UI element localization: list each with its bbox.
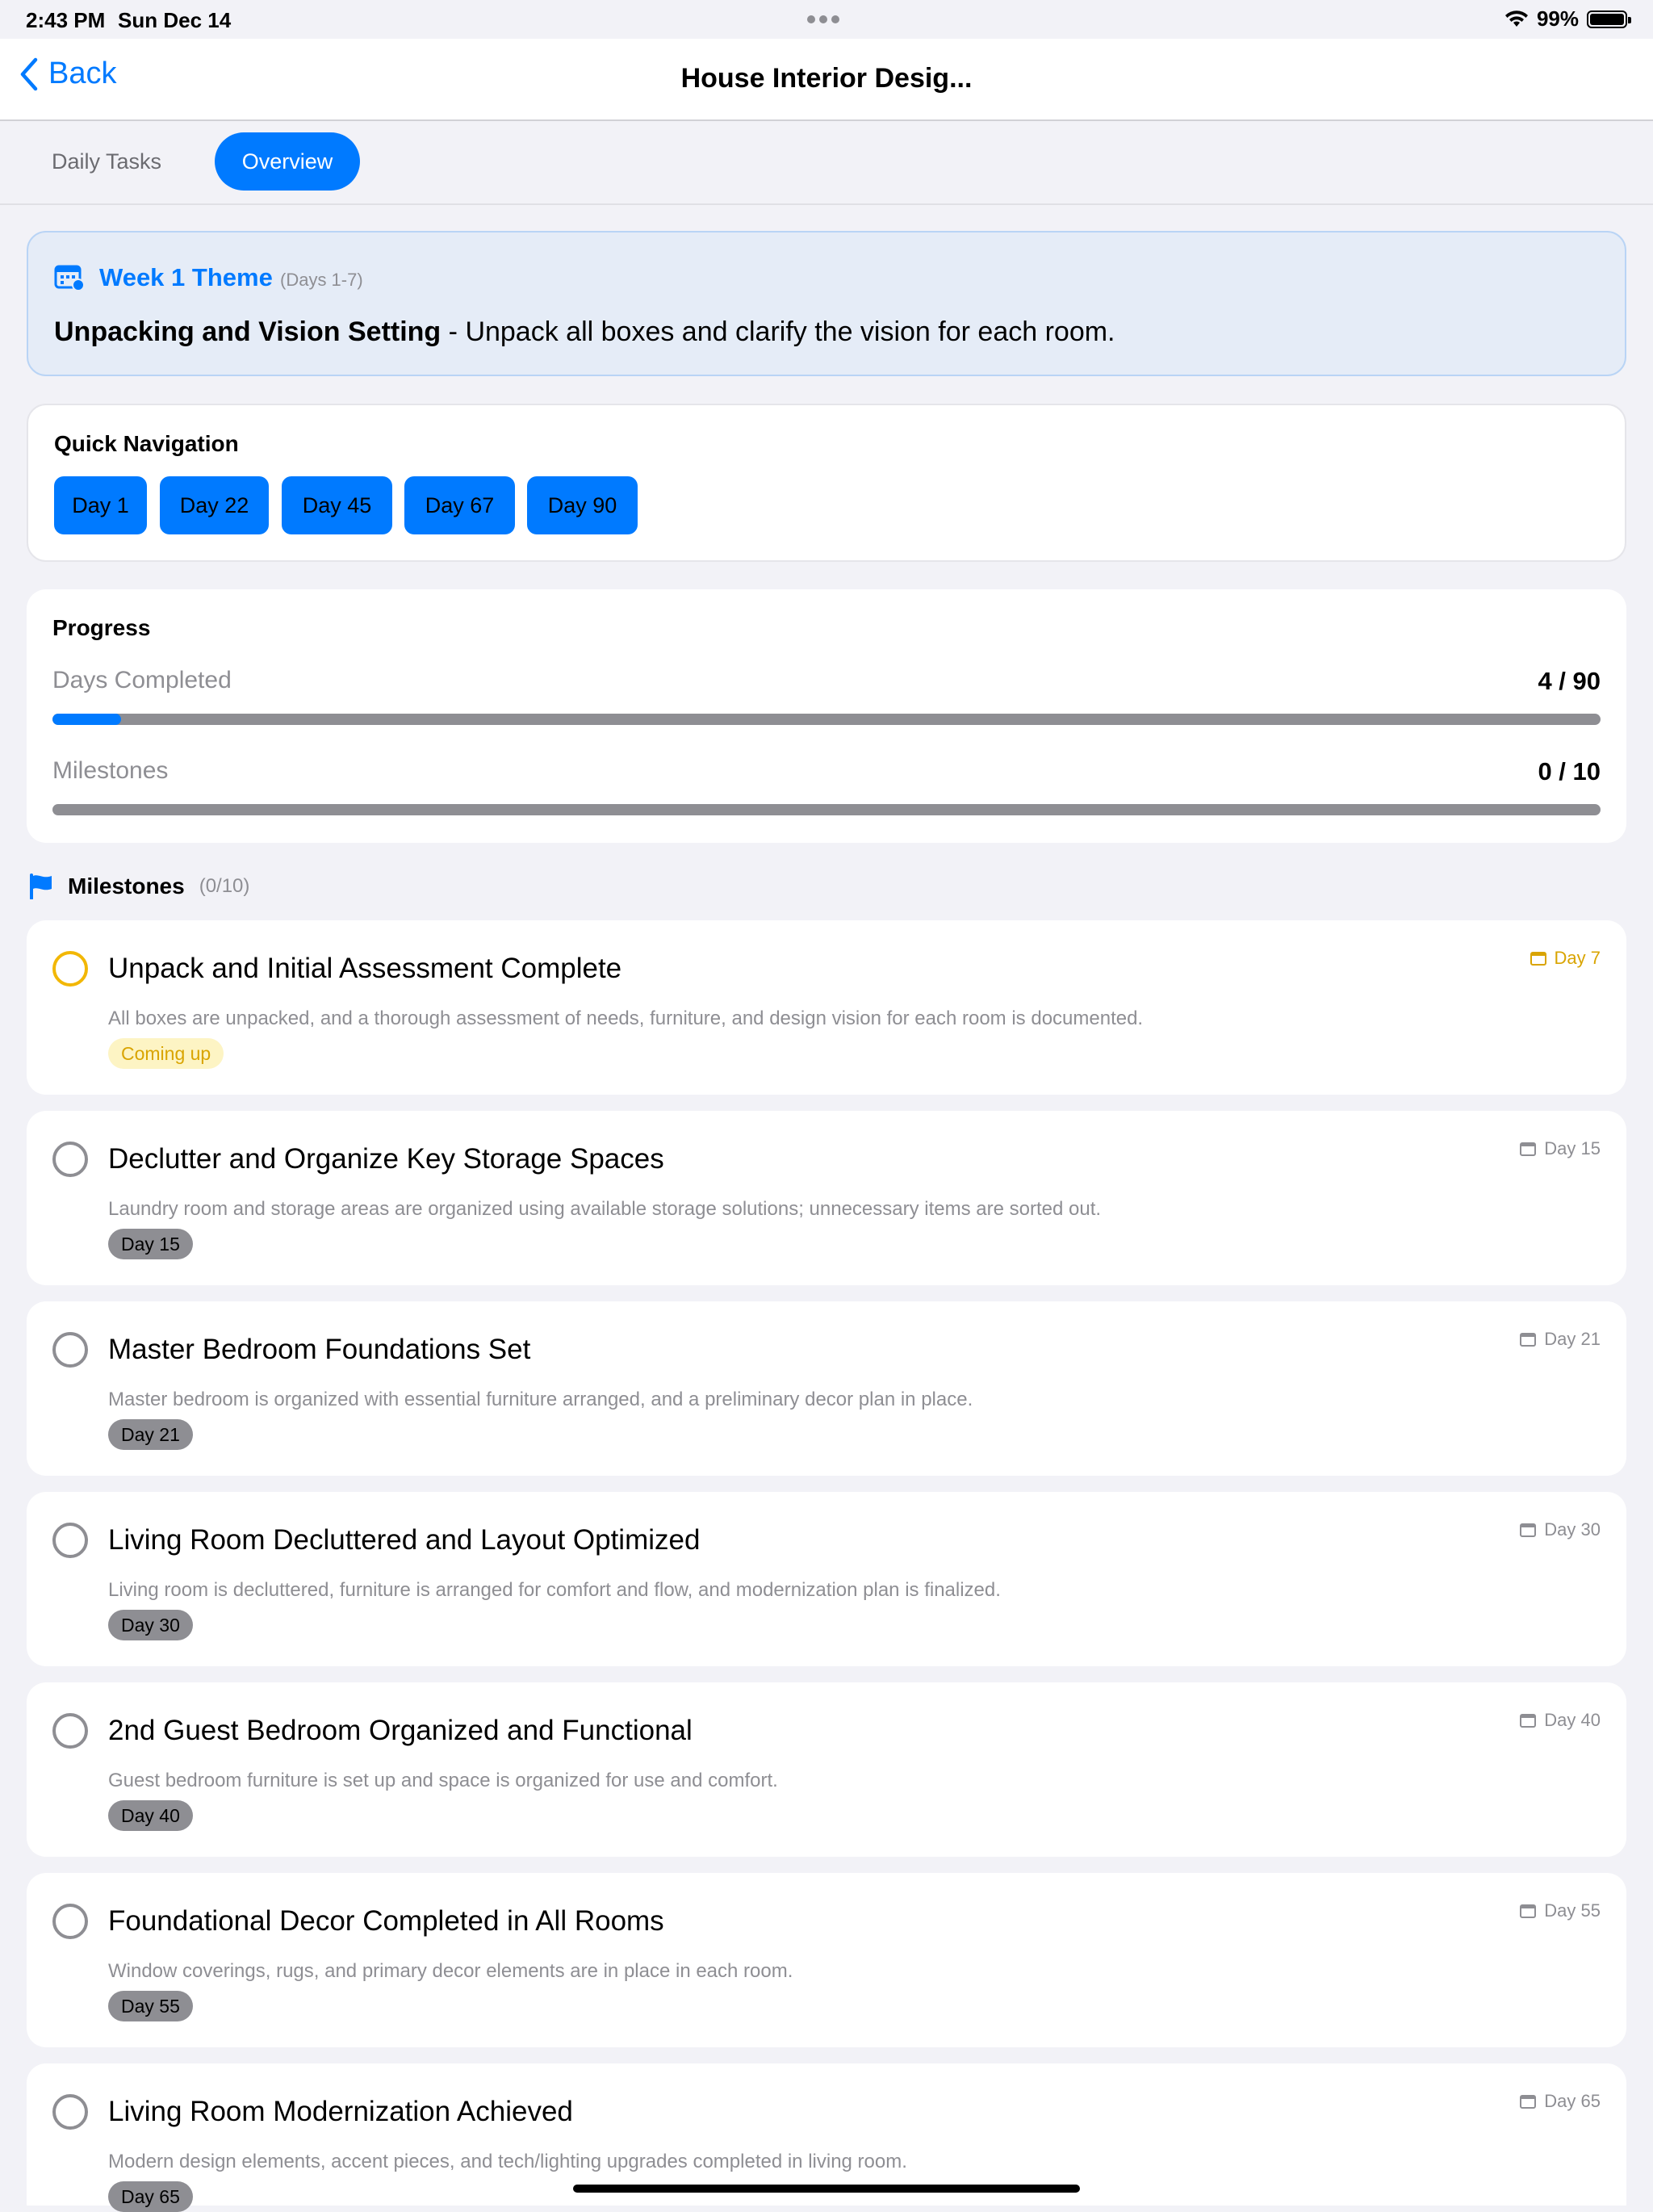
battery-icon bbox=[1587, 10, 1631, 28]
milestone-title: Unpack and Initial Assessment Complete bbox=[108, 953, 622, 984]
status-indicators: 99% bbox=[1504, 6, 1631, 31]
segment-tabs: Daily Tasks Overview bbox=[0, 121, 1653, 205]
quick-nav-day-45-button[interactable]: Day 45 bbox=[282, 476, 392, 534]
milestone-badge: Day 65 bbox=[108, 2181, 193, 2212]
wifi-icon bbox=[1504, 10, 1528, 27]
milestone-description: Modern design elements, accent pieces, a… bbox=[108, 2151, 907, 2172]
milestone-status-circle-icon[interactable] bbox=[52, 1523, 88, 1558]
tab-daily-tasks[interactable]: Daily Tasks bbox=[26, 132, 187, 191]
milestone-card[interactable]: Foundational Decor Completed in All Room… bbox=[27, 1873, 1626, 2047]
milestone-card[interactable]: Living Room Decluttered and Layout Optim… bbox=[27, 1492, 1626, 1666]
milestone-title: Living Room Modernization Achieved bbox=[108, 2096, 573, 2127]
days-progress-bar bbox=[52, 714, 1601, 725]
calendar-icon bbox=[1520, 1904, 1537, 1918]
milestone-badge: Day 15 bbox=[108, 1229, 193, 1259]
milestone-status-circle-icon[interactable] bbox=[52, 1904, 88, 1939]
milestone-badge: Day 55 bbox=[108, 1991, 193, 2021]
quick-nav-day-22-button[interactable]: Day 22 bbox=[160, 476, 269, 534]
milestones-count: (0/10) bbox=[199, 875, 250, 897]
quick-nav-day-67-button[interactable]: Day 67 bbox=[404, 476, 515, 534]
status-date: Sun Dec 14 bbox=[118, 8, 232, 32]
milestone-due: Day 7 bbox=[1530, 948, 1601, 969]
calendar-icon bbox=[54, 265, 85, 291]
milestone-due-day: Day 65 bbox=[1544, 2091, 1601, 2111]
days-completed-label: Days Completed bbox=[52, 667, 232, 693]
home-indicator[interactable] bbox=[573, 2185, 1080, 2193]
milestones-value: 0 / 10 bbox=[1538, 757, 1601, 786]
milestone-due: Day 21 bbox=[1520, 1329, 1601, 1350]
calendar-icon bbox=[1520, 1714, 1537, 1728]
flag-icon bbox=[30, 873, 52, 899]
milestone-description: Guest bedroom furniture is set up and sp… bbox=[108, 1770, 778, 1791]
milestone-due: Day 30 bbox=[1520, 1519, 1601, 1540]
quick-navigation-title: Quick Navigation bbox=[54, 431, 239, 456]
milestone-due-day: Day 55 bbox=[1544, 1900, 1601, 1921]
quick-nav-day-1-button[interactable]: Day 1 bbox=[54, 476, 147, 534]
progress-card: Progress Days Completed 4 / 90 Milestone… bbox=[27, 589, 1626, 843]
calendar-icon bbox=[1530, 952, 1546, 966]
milestone-status-circle-icon[interactable] bbox=[52, 1142, 88, 1177]
days-completed-value: 4 / 90 bbox=[1538, 667, 1601, 695]
milestones-label: Milestones bbox=[52, 757, 169, 784]
page-title: House Interior Desig... bbox=[680, 63, 973, 94]
theme-separator: - bbox=[441, 316, 466, 347]
calendar-icon bbox=[1520, 2095, 1537, 2109]
milestone-due: Day 40 bbox=[1520, 1710, 1601, 1731]
milestone-due-day: Day 15 bbox=[1544, 1138, 1601, 1158]
milestone-title: Declutter and Organize Key Storage Space… bbox=[108, 1143, 664, 1175]
milestones-title: Milestones bbox=[68, 873, 185, 899]
status-bar: 2:43 PM Sun Dec 14 99% bbox=[0, 0, 1653, 39]
milestone-status-circle-icon[interactable] bbox=[52, 1713, 88, 1749]
calendar-icon bbox=[1520, 1333, 1537, 1347]
milestone-description: Laundry room and storage areas are organ… bbox=[108, 1198, 1102, 1220]
milestone-title: Foundational Decor Completed in All Room… bbox=[108, 1905, 664, 1937]
milestone-card[interactable]: Declutter and Organize Key Storage Space… bbox=[27, 1111, 1626, 1285]
theme-text: Unpacking and Vision Setting - Unpack al… bbox=[54, 316, 1115, 348]
milestone-title: Living Room Decluttered and Layout Optim… bbox=[108, 1524, 701, 1556]
quick-navigation-card: Quick Navigation Day 1 Day 22 Day 45 Day… bbox=[27, 404, 1626, 562]
milestone-due: Day 55 bbox=[1520, 1900, 1601, 1921]
theme-days: (Days 1-7) bbox=[280, 270, 363, 290]
milestone-due: Day 65 bbox=[1520, 2091, 1601, 2112]
milestone-badge: Coming up bbox=[108, 1038, 224, 1069]
milestone-due: Day 15 bbox=[1520, 1138, 1601, 1159]
milestone-title: Master Bedroom Foundations Set bbox=[108, 1334, 531, 1365]
milestone-card[interactable]: Master Bedroom Foundations Set Master be… bbox=[27, 1301, 1626, 1476]
milestone-due-day: Day 21 bbox=[1544, 1329, 1601, 1349]
calendar-icon bbox=[1520, 1142, 1537, 1156]
theme-title: Week 1 Theme bbox=[99, 263, 273, 291]
battery-percent: 99% bbox=[1536, 6, 1579, 31]
milestone-description: Master bedroom is organized with essenti… bbox=[108, 1389, 973, 1410]
milestone-due-day: Day 40 bbox=[1544, 1710, 1601, 1730]
milestone-due-day: Day 30 bbox=[1544, 1519, 1601, 1540]
navigation-bar: Back House Interior Desig... bbox=[0, 39, 1653, 121]
milestone-description: All boxes are unpacked, and a thorough a… bbox=[108, 1008, 1144, 1029]
theme-headline: Unpacking and Vision Setting bbox=[54, 316, 441, 347]
progress-title: Progress bbox=[52, 615, 151, 640]
milestones-header: Milestones (0/10) bbox=[29, 870, 249, 903]
multitasking-dots-icon[interactable] bbox=[807, 13, 846, 23]
status-time: 2:43 PM bbox=[26, 8, 106, 32]
milestone-badge: Day 21 bbox=[108, 1419, 193, 1450]
quick-nav-day-90-button[interactable]: Day 90 bbox=[527, 476, 638, 534]
milestone-status-circle-icon[interactable] bbox=[52, 2094, 88, 2130]
milestone-status-circle-icon[interactable] bbox=[52, 951, 88, 987]
days-progress-fill bbox=[52, 714, 122, 725]
milestones-progress-bar bbox=[52, 804, 1601, 815]
milestone-description: Living room is decluttered, furniture is… bbox=[108, 1579, 1001, 1601]
milestone-card[interactable]: Unpack and Initial Assessment Complete A… bbox=[27, 920, 1626, 1095]
theme-description: Unpack all boxes and clarify the vision … bbox=[465, 316, 1115, 347]
milestone-due-day: Day 7 bbox=[1554, 948, 1601, 968]
milestone-badge: Day 40 bbox=[108, 1800, 193, 1831]
milestone-badge: Day 30 bbox=[108, 1610, 193, 1640]
week-theme-card: Week 1 Theme (Days 1-7) Unpacking and Vi… bbox=[27, 231, 1626, 376]
milestone-card[interactable]: 2nd Guest Bedroom Organized and Function… bbox=[27, 1682, 1626, 1857]
tab-overview[interactable]: Overview bbox=[215, 132, 360, 191]
milestone-status-circle-icon[interactable] bbox=[52, 1332, 88, 1368]
milestone-description: Window coverings, rugs, and primary deco… bbox=[108, 1960, 793, 1982]
calendar-icon bbox=[1520, 1523, 1537, 1537]
milestone-title: 2nd Guest Bedroom Organized and Function… bbox=[108, 1715, 693, 1746]
